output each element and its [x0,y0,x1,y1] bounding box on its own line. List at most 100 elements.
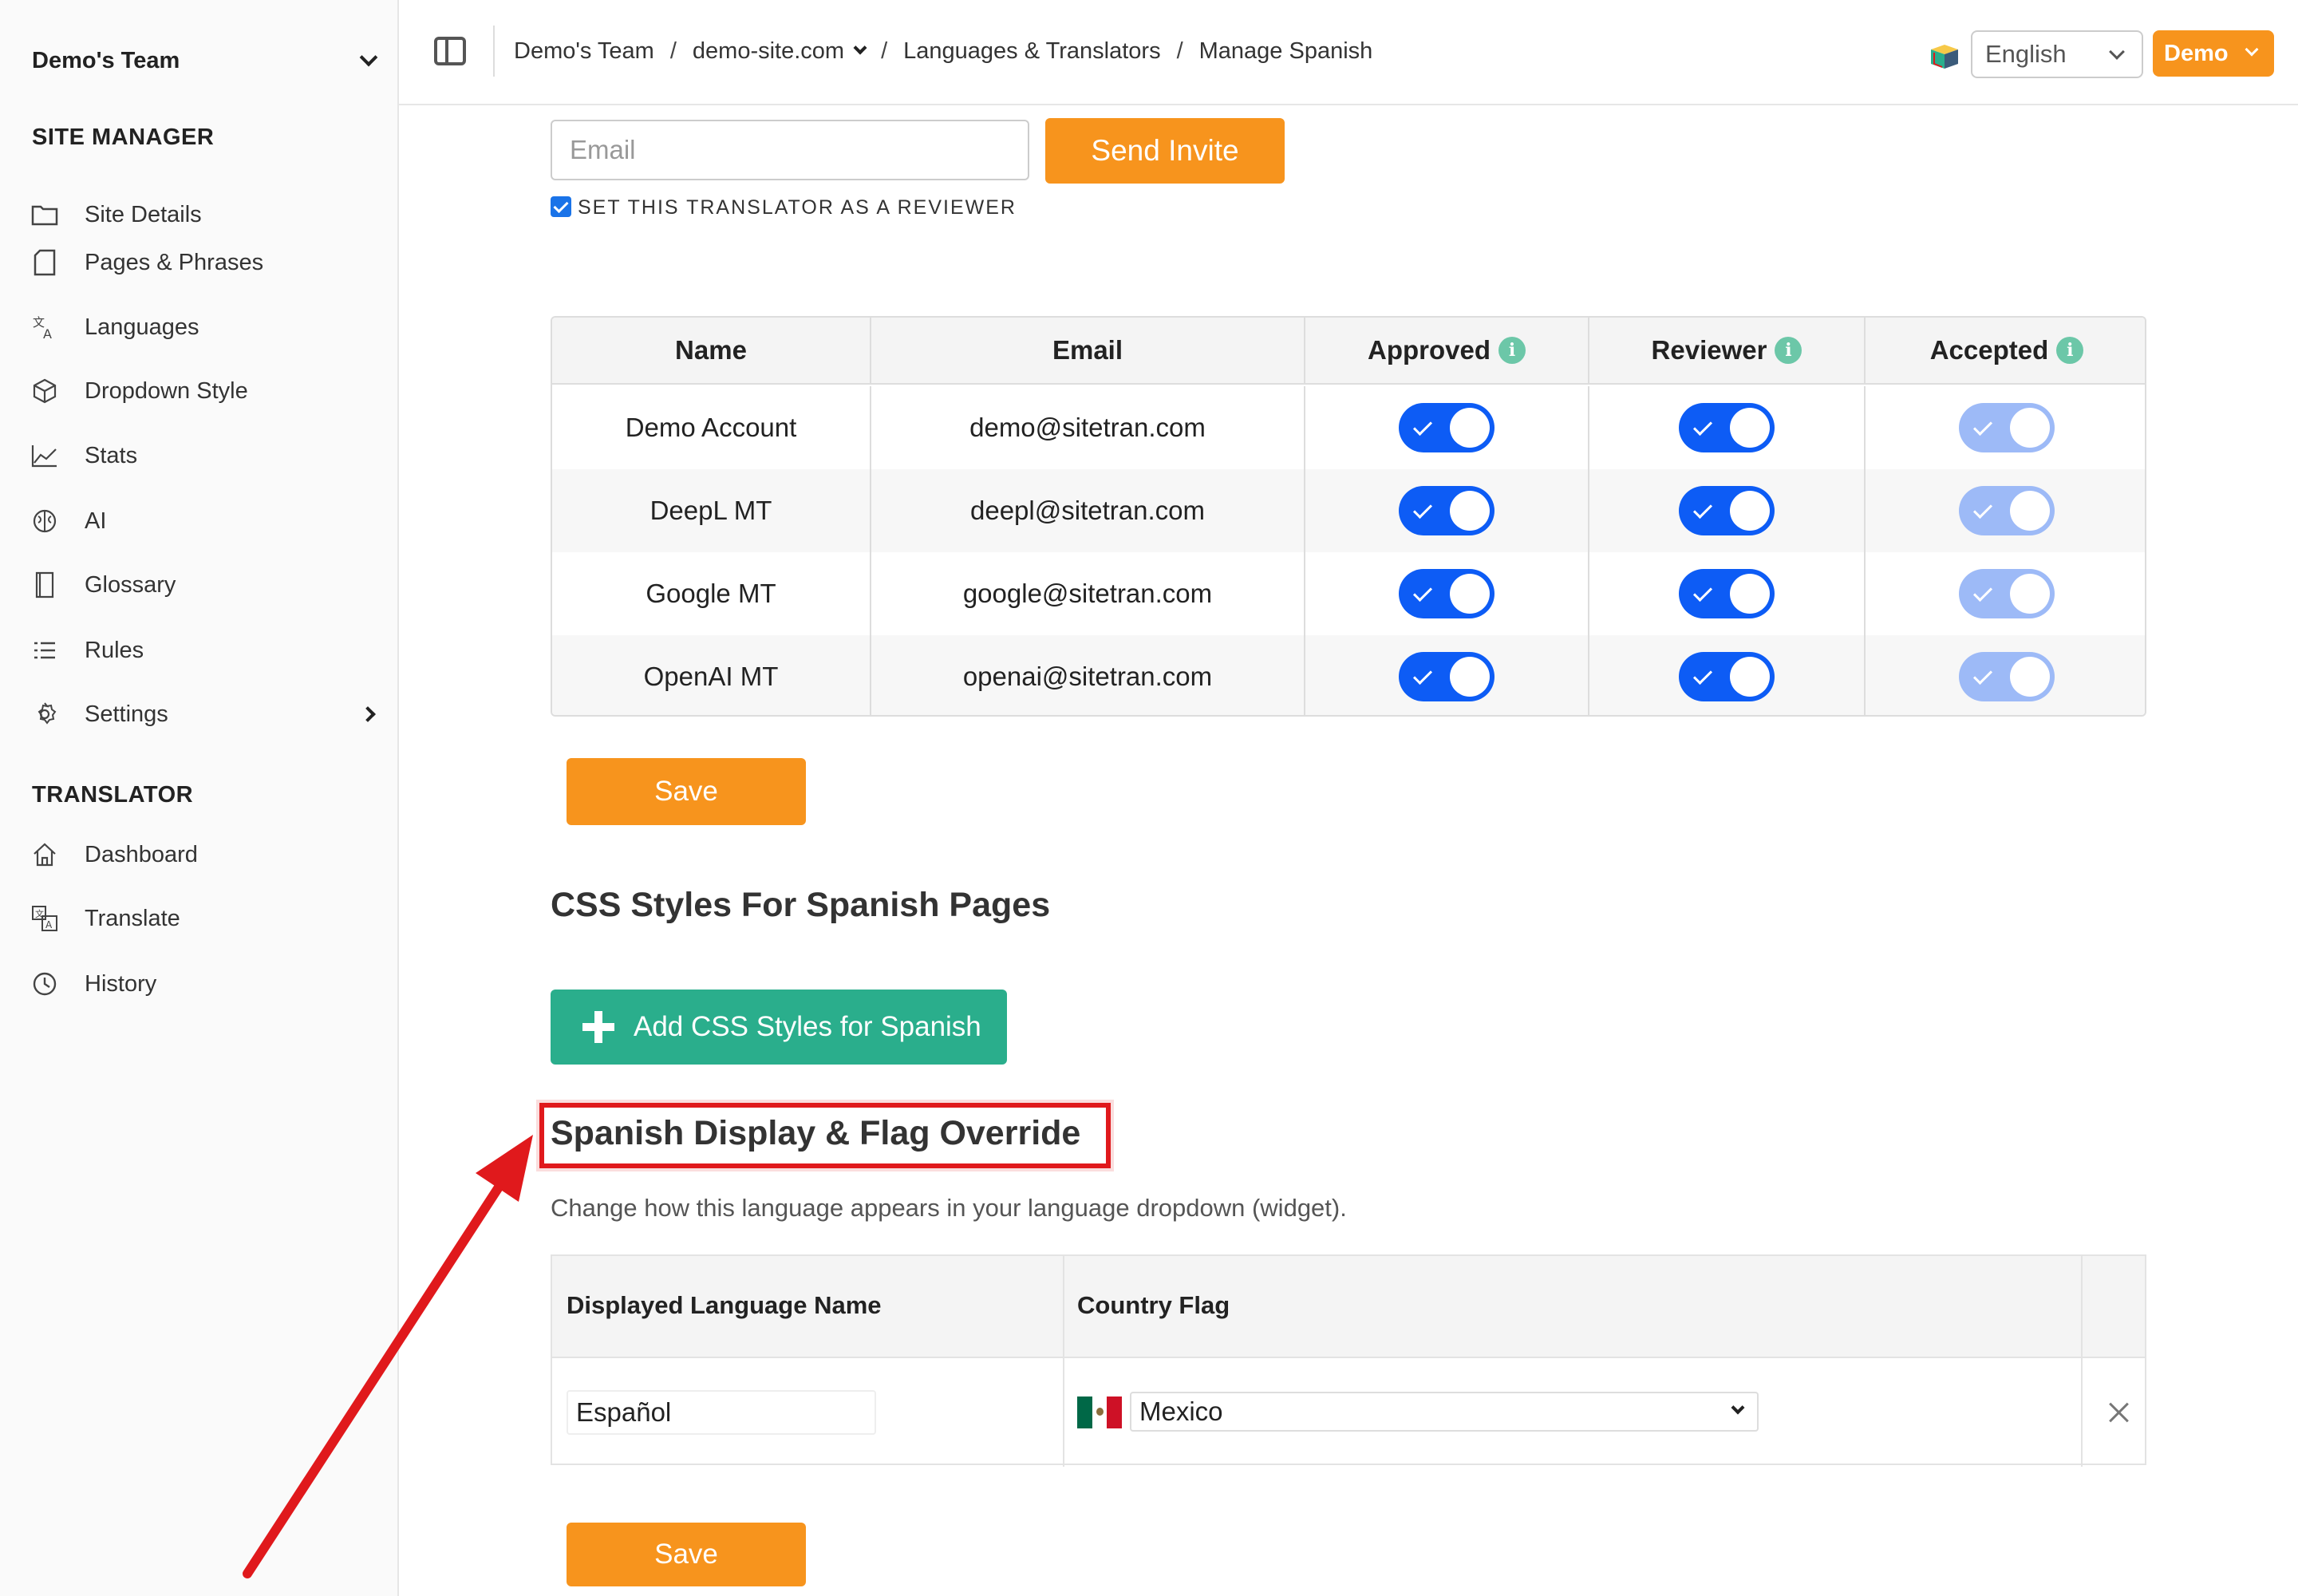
sidebar-item-label: Settings [85,701,168,727]
sidebar-item-label: Site Details [85,201,202,227]
sidebar-item-dashboard[interactable]: Dashboard [30,835,381,875]
toggle-knob [2010,408,2050,448]
accepted-toggle-cell [1866,635,2145,715]
accepted-toggle [1959,403,2055,452]
header-displayed-name: Displayed Language Name [567,1291,882,1319]
save-translators-button[interactable]: Save [567,758,806,825]
sidebar-item-site-details[interactable]: Site Details [30,195,381,235]
info-icon[interactable]: i [1498,337,1526,364]
info-icon[interactable]: i [1775,337,1802,364]
cell-email: openai@sitetran.com [871,635,1305,715]
header-label: Name [675,335,747,365]
reviewer-toggle[interactable] [1679,403,1775,452]
sidebar-item-ai[interactable]: AI [30,501,381,541]
header-approved: Approved i [1305,318,1589,383]
table-row: DeepL MT deepl@sitetran.com [552,469,2145,552]
check-icon [1692,416,1713,437]
save-override-button[interactable]: Save [567,1523,806,1586]
toggle-knob [1730,491,1770,531]
breadcrumb-languages[interactable]: Languages & Translators [903,38,1160,65]
accepted-toggle [1959,486,2055,535]
header-name: Name [552,318,871,383]
site-manager-heading: SITE MANAGER [32,124,215,150]
check-icon [1692,499,1713,519]
gear-icon [30,700,59,729]
breadcrumb-current: Manage Spanish [1198,38,1373,64]
country-flag-select[interactable]: Mexico [1130,1392,1759,1432]
sidebar-item-settings[interactable]: Settings [30,694,381,734]
table-row: OpenAI MT openai@sitetran.com [552,635,2145,715]
info-icon[interactable]: i [2056,337,2084,364]
breadcrumb: Demo's Team / demo-site.com / Languages … [514,35,1372,67]
language-books-icon [1929,43,1960,70]
team-switcher[interactable]: Demo's Team [32,45,383,77]
cell-name-text: Demo Account [625,413,797,442]
check-icon [1412,665,1433,685]
sidebar-item-history[interactable]: History [30,964,381,1004]
toggle-knob [1450,657,1490,697]
approved-toggle-cell [1305,635,1589,715]
sidebar-toggle-icon[interactable] [434,37,466,65]
sidebar-item-stats[interactable]: Stats [30,436,381,476]
reviewer-checkbox[interactable] [551,196,571,217]
language-select-value: English [1985,40,2067,68]
translators-table: Name Email Approved i Reviewer i Accepted i… [551,316,2146,717]
add-css-styles-button[interactable]: Add CSS Styles for Spanish [551,990,1007,1065]
divider [493,26,495,77]
check-icon [1972,416,1993,437]
email-input[interactable]: Email [551,120,1029,180]
sidebar-item-dropdown-style[interactable]: Dropdown Style [30,371,381,411]
reviewer-toggle[interactable] [1679,652,1775,701]
approved-toggle-cell [1305,386,1589,469]
remove-override-icon[interactable] [2105,1398,2134,1427]
sidebar-item-languages[interactable]: 文A Languages [30,307,381,347]
language-select[interactable]: English [1971,30,2143,78]
reviewer-toggle-cell [1589,386,1866,469]
svg-text:A: A [43,326,52,340]
translate-icon: 文A [30,313,59,342]
header-label: Reviewer [1651,335,1767,365]
header-email: Email [871,318,1305,383]
send-invite-button[interactable]: Send Invite [1045,118,1285,184]
home-icon [30,840,59,869]
sidebar-item-pages-phrases[interactable]: Pages & Phrases [30,243,381,282]
approved-toggle[interactable] [1399,569,1494,618]
country-select-value: Mexico [1139,1396,1223,1426]
sidebar-item-glossary[interactable]: Glossary [30,565,381,605]
breadcrumb-site[interactable]: demo-site.com [693,38,844,65]
plus-icon [582,1011,614,1043]
reviewer-toggle[interactable] [1679,569,1775,618]
check-icon [1692,665,1713,685]
brain-icon [30,507,59,535]
displayed-language-name-input[interactable]: Español [567,1390,876,1435]
accepted-toggle [1959,569,2055,618]
breadcrumb-team[interactable]: Demo's Team [514,38,654,65]
email-placeholder: Email [570,135,636,164]
sidebar-item-rules[interactable]: Rules [30,630,381,670]
chevron-right-icon [360,706,376,722]
header-accepted: Accepted i [1866,318,2145,383]
approved-toggle[interactable] [1399,652,1494,701]
chevron-down-icon[interactable] [853,41,867,55]
reviewer-toggle-cell [1589,635,1866,715]
approved-toggle-cell [1305,469,1589,552]
override-description: Change how this language appears in your… [551,1194,1347,1222]
mexico-flag-icon [1077,1396,1122,1428]
sidebar: Demo's Team SITE MANAGER Site Details Pa… [0,0,399,1596]
toggle-knob [2010,491,2050,531]
reviewer-toggle[interactable] [1679,486,1775,535]
sidebar-item-label: History [85,970,157,997]
page-icon [30,248,59,277]
toggle-knob [1450,408,1490,448]
folder-icon [30,200,59,229]
table-header-row: Name Email Approved i Reviewer i Accepted i [552,318,2145,385]
user-menu-button[interactable]: Demo [2153,30,2274,77]
sidebar-item-translate[interactable]: 文A Translate [30,899,381,938]
header-label: Email [1052,335,1123,365]
approved-toggle[interactable] [1399,486,1494,535]
check-icon [1412,582,1433,602]
table-row: Demo Account demo@sitetran.com [552,386,2145,469]
sidebar-item-label: Glossary [85,571,176,598]
clock-icon [30,970,59,998]
approved-toggle[interactable] [1399,403,1494,452]
